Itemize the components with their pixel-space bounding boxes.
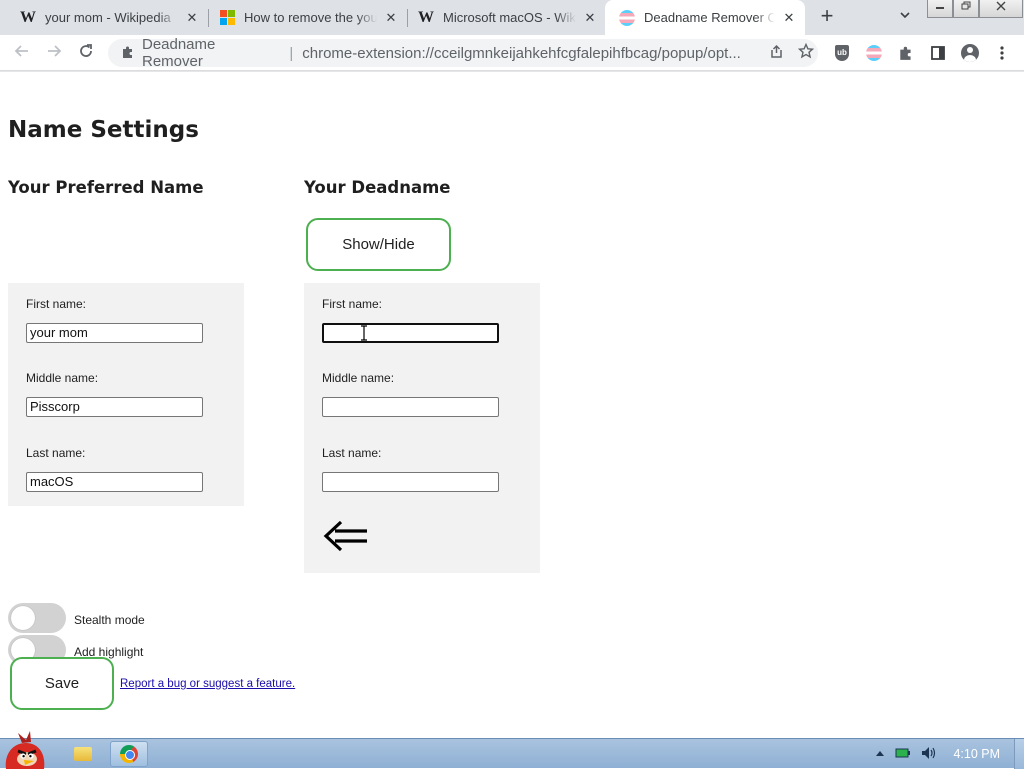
share-icon[interactable] <box>764 44 788 63</box>
window-controls <box>927 0 1023 18</box>
show-hide-button[interactable]: Show/Hide <box>306 218 451 271</box>
new-tab-button[interactable]: + <box>815 5 839 29</box>
deadname-last-name-label: Last name: <box>322 446 382 460</box>
deadname-middle-name-label: Middle name: <box>322 371 395 385</box>
close-tab-icon[interactable]: ✕ <box>383 10 399 26</box>
address-bar[interactable]: Deadname Remover | chrome-extension://cc… <box>108 36 818 70</box>
tab-strip: W your mom - Wikipedia ✕ How to remove t… <box>0 0 1024 35</box>
report-bug-link[interactable]: Report a bug or suggest a feature. <box>120 678 295 690</box>
url-separator: | <box>289 44 294 62</box>
minimize-icon[interactable] <box>927 0 953 18</box>
extension-puzzle-icon <box>118 45 138 62</box>
preferred-last-name-label: Last name: <box>26 446 86 460</box>
preferred-first-name-input[interactable]: your mom <box>26 323 203 343</box>
deadname-first-name-label: First name: <box>322 297 383 311</box>
wikipedia-icon: W <box>418 8 434 26</box>
preferred-middle-name-input[interactable]: Pisscorp <box>26 397 203 417</box>
bookmark-star-icon[interactable] <box>794 42 818 63</box>
show-desktop-button[interactable] <box>1014 739 1024 769</box>
stealth-mode-toggle[interactable] <box>8 603 66 633</box>
profile-avatar-icon[interactable] <box>960 43 980 63</box>
close-tab-icon[interactable]: ✕ <box>781 10 797 26</box>
restore-icon[interactable] <box>953 0 979 18</box>
microsoft-icon <box>219 10 235 26</box>
deadname-middle-name-input[interactable] <box>322 397 499 417</box>
preferred-first-name-label: First name: <box>26 297 87 311</box>
toggle-knob <box>11 606 35 630</box>
system-tray: 4:10 PM <box>875 739 1024 769</box>
taskbar-clock[interactable]: 4:10 PM <box>953 747 1000 761</box>
deadname-first-name-input[interactable] <box>322 323 499 343</box>
tab-deadname-remover[interactable]: Deadname Remover Op ✕ <box>605 0 805 35</box>
tab-microsoft-macos[interactable]: W Microsoft macOS - Wik ✕ <box>404 0 606 35</box>
browser-toolbar: Deadname Remover | chrome-extension://cc… <box>0 35 1024 71</box>
deadname-panel: First name: Middle name: Last name: <box>304 283 540 573</box>
reload-icon[interactable] <box>74 41 98 65</box>
stealth-mode-label: Stealth mode <box>74 613 145 627</box>
forward-arrow-icon[interactable] <box>42 41 66 65</box>
tab-title: How to remove the you <box>244 10 377 25</box>
site-name: Deadname Remover <box>141 36 216 70</box>
side-panel-icon[interactable] <box>928 43 948 63</box>
wikipedia-icon: W <box>20 8 36 26</box>
double-left-arrow-icon <box>323 520 367 552</box>
page-title: Name Settings <box>8 117 199 143</box>
deadname-heading: Your Deadname <box>304 178 451 197</box>
ublock-origin-icon[interactable]: ub <box>832 43 852 63</box>
extensions-puzzle-icon[interactable] <box>896 43 916 63</box>
tab-wikipedia-your-mom[interactable]: W your mom - Wikipedia ✕ <box>6 0 208 35</box>
tray-expand-icon[interactable] <box>875 748 885 760</box>
preferred-last-name-input[interactable]: macOS <box>26 472 203 492</box>
battery-icon[interactable] <box>895 747 911 762</box>
save-button[interactable]: Save <box>10 657 114 710</box>
text-cursor-icon <box>361 325 367 341</box>
tab-search-chevron-icon[interactable] <box>895 8 915 28</box>
deadname-last-name-input[interactable] <box>322 472 499 492</box>
tab-how-to-remove[interactable]: How to remove the you ✕ <box>205 0 407 35</box>
close-tab-icon[interactable]: ✕ <box>184 10 200 26</box>
start-button-angry-bird-icon[interactable] <box>0 729 52 769</box>
volume-speaker-icon[interactable] <box>921 746 937 763</box>
file-explorer-icon[interactable] <box>70 741 96 767</box>
window-close-icon[interactable] <box>979 0 1023 18</box>
url-text[interactable]: chrome-extension://cceilgmnkeijahkehfcgf… <box>302 45 758 62</box>
deadname-remover-extension-icon[interactable] <box>864 43 884 63</box>
back-arrow-icon[interactable] <box>10 41 34 65</box>
preferred-name-heading: Your Preferred Name <box>8 178 204 197</box>
trans-flag-icon <box>619 9 635 26</box>
tab-title: Deadname Remover Op <box>644 10 775 25</box>
tab-title: Microsoft macOS - Wik <box>443 10 576 25</box>
tab-title: your mom - Wikipedia <box>45 10 171 25</box>
close-tab-icon[interactable]: ✕ <box>582 10 598 26</box>
chrome-taskbar-icon[interactable] <box>110 741 148 767</box>
preferred-middle-name-label: Middle name: <box>26 371 99 385</box>
windows-taskbar: 4:10 PM <box>0 731 1024 769</box>
more-menu-icon[interactable] <box>992 43 1012 63</box>
preferred-name-panel: First name: your mom Middle name: Pissco… <box>8 283 244 506</box>
options-page: Name Settings Your Preferred Name Your D… <box>0 71 1024 738</box>
